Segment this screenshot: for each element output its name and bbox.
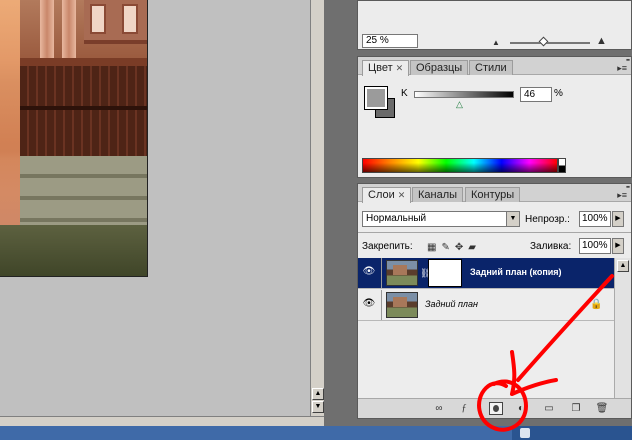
navigator-panel: 25 % ▲ ▲ <box>357 0 632 50</box>
eye-icon[interactable]: 👁 <box>362 266 376 278</box>
layer-row-background[interactable]: 👁 Задний план 🔒 <box>358 290 614 321</box>
layer-name[interactable]: Задний план <box>425 299 478 309</box>
foreground-color-swatch[interactable] <box>364 86 388 110</box>
layers-panel-header: Слои ✕ Каналы Контуры ▪▪ ▸≡ <box>358 184 631 203</box>
document-image <box>0 0 148 277</box>
channel-label: K <box>401 88 408 99</box>
system-tray <box>512 426 632 440</box>
tab-paths[interactable]: Контуры <box>465 187 521 202</box>
color-spectrum-ramp[interactable] <box>362 158 558 173</box>
fill-arrow-icon[interactable]: ▶ <box>612 238 624 254</box>
color-panel: Цвет ✕ Образцы Стили ▪▪ ▸≡ K △ 46 % <box>357 56 632 178</box>
panel-menu-icon[interactable]: ▸≡ <box>617 63 627 74</box>
tab-layers[interactable]: Слои ✕ <box>362 187 412 203</box>
tab-channels[interactable]: Каналы <box>412 187 464 202</box>
layer-list: 👁 ⛓ Задний план (копия) 👁 Задний план 🔒 <box>358 258 614 398</box>
tab-color[interactable]: Цвет ✕ <box>362 60 410 76</box>
layer-thumbnail[interactable] <box>386 260 418 286</box>
move-icon[interactable]: ✥ <box>455 242 468 253</box>
layer-list-scrollbar[interactable]: ▲ <box>614 258 631 398</box>
percent-sign: % <box>554 88 563 99</box>
black-white-ramp[interactable] <box>558 158 566 173</box>
tab-label: Слои <box>368 189 395 201</box>
chevron-down-icon[interactable]: ▼ <box>506 212 519 226</box>
scroll-down-icon[interactable]: ▼ <box>312 401 324 413</box>
zoom-slider-thumb[interactable] <box>538 36 549 47</box>
layer-name[interactable]: Задний план (копия) <box>470 267 562 277</box>
transparency-lock-icon[interactable]: ▦ <box>427 242 441 253</box>
tab-label: Стили <box>475 62 507 74</box>
tab-label: Цвет <box>368 62 393 74</box>
blend-mode-select[interactable]: Нормальный ▼ <box>362 211 520 227</box>
layer-row-copy[interactable]: 👁 ⛓ Задний план (копия) <box>358 258 614 289</box>
fill-label: Заливка: <box>530 241 572 252</box>
zoom-in-icon[interactable]: ▲ <box>596 35 607 47</box>
lock-icon[interactable]: ▰ <box>468 242 481 253</box>
panel-menu-icon[interactable]: ▸≡ <box>617 190 627 201</box>
taskbar <box>0 426 632 440</box>
tab-label: Каналы <box>418 189 458 201</box>
fx-icon[interactable]: ƒ <box>457 402 471 415</box>
visibility-toggle[interactable]: 👁 <box>358 290 382 320</box>
fill-field[interactable]: 100% <box>579 238 611 254</box>
blend-mode-value: Нормальный <box>366 213 427 224</box>
layers-toolbar: ∞ ƒ ◐ ▭ ❐ 🗑 <box>358 398 631 418</box>
brush-icon[interactable]: ✎ <box>441 242 454 253</box>
channel-value-field[interactable]: 46 <box>520 87 552 102</box>
layers-panel: Слои ✕ Каналы Контуры ▪▪ ▸≡ Нормальный ▼ … <box>357 183 632 419</box>
layer-thumbnail[interactable] <box>386 292 418 318</box>
lock-icon: 🔒 <box>590 299 603 310</box>
tab-label: Образцы <box>416 62 463 74</box>
lock-options: ▦✎✥▰ <box>427 242 481 253</box>
eye-icon[interactable]: 👁 <box>362 298 376 310</box>
zoom-out-icon[interactable]: ▲ <box>492 38 500 47</box>
adjustment-icon[interactable]: ◐ <box>514 402 528 415</box>
zoom-field[interactable]: 25 % <box>362 34 418 48</box>
lock-label: Закрепить: <box>362 241 413 252</box>
new-layer-icon[interactable]: ❐ <box>569 402 583 415</box>
layer-mask-thumbnail[interactable] <box>428 259 462 287</box>
document-canvas[interactable] <box>0 0 310 416</box>
opacity-field[interactable]: 100% <box>579 211 611 227</box>
document-horizontal-scrollbar[interactable] <box>0 416 324 426</box>
channel-slider-thumb-icon[interactable]: △ <box>456 99 463 110</box>
opacity-label: Непрозр.: <box>525 214 570 225</box>
close-icon[interactable]: ✕ <box>396 63 404 73</box>
color-panel-header: Цвет ✕ Образцы Стили ▪▪ ▸≡ <box>358 57 631 76</box>
tab-swatches[interactable]: Образцы <box>410 60 469 75</box>
trash-icon[interactable]: 🗑 <box>595 402 609 415</box>
tab-styles[interactable]: Стили <box>469 60 513 75</box>
close-icon[interactable]: ✕ <box>398 190 406 200</box>
scroll-up-icon[interactable]: ▲ <box>312 388 324 400</box>
scroll-up-icon[interactable]: ▲ <box>617 260 629 272</box>
tray-icon[interactable] <box>520 428 530 438</box>
document-vertical-scrollbar[interactable]: ▲ ▼ <box>310 0 324 416</box>
link-icon[interactable]: ∞ <box>432 402 446 415</box>
channel-slider[interactable] <box>414 91 514 98</box>
tab-label: Контуры <box>471 189 515 201</box>
zoom-slider[interactable] <box>510 36 590 47</box>
opacity-arrow-icon[interactable]: ▶ <box>612 211 624 227</box>
layer-mask-icon[interactable] <box>489 402 503 415</box>
visibility-toggle[interactable]: 👁 <box>358 258 382 288</box>
folder-icon[interactable]: ▭ <box>542 402 556 415</box>
